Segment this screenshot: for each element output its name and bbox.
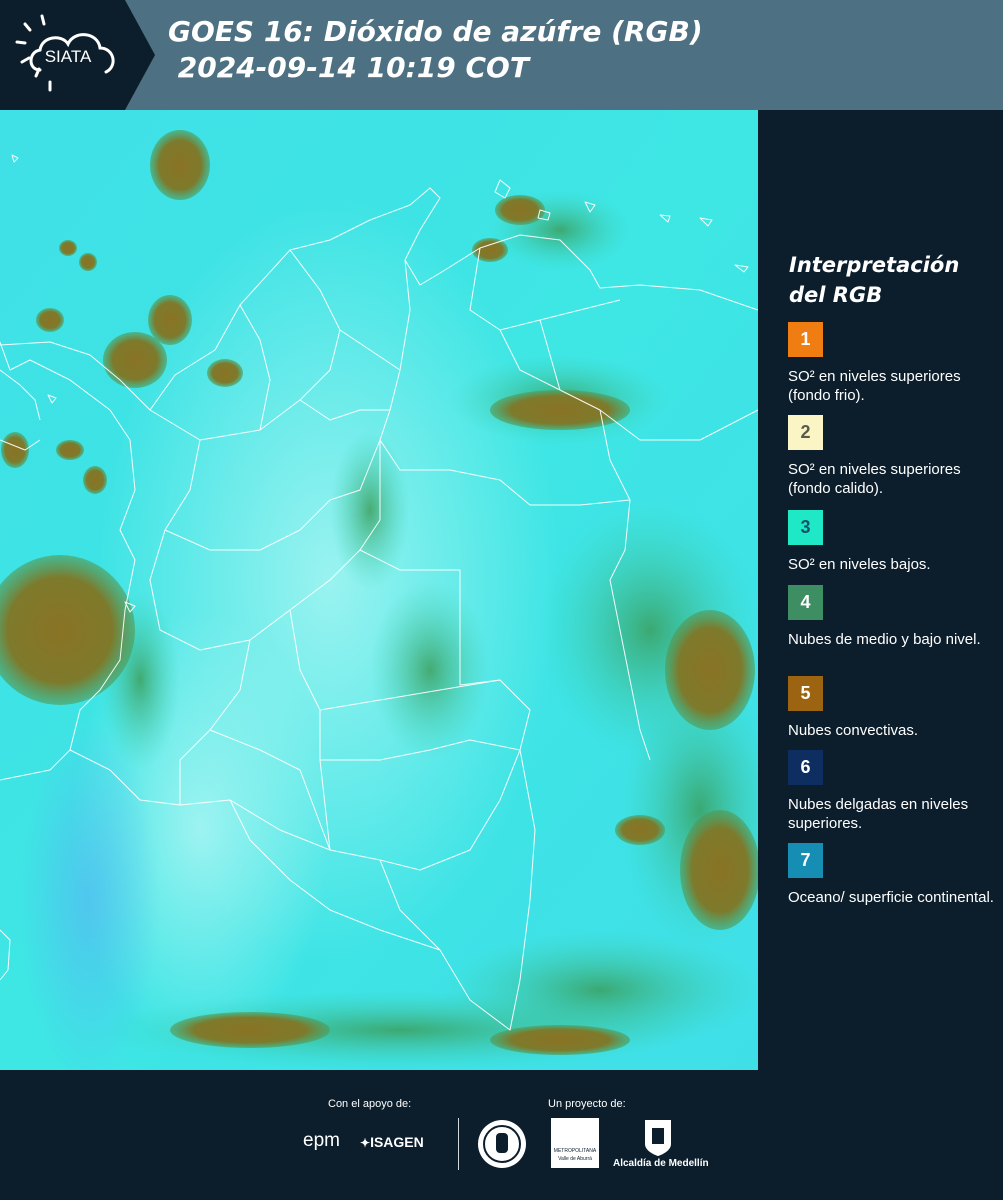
- isagen-text: ISAGEN: [370, 1134, 424, 1150]
- legend-number: 3: [800, 517, 811, 537]
- legend-text: Nubes de medio y bajo nivel.: [788, 631, 981, 648]
- legend-item: 3 SO² en niveles bajos.: [788, 510, 998, 574]
- legend-text: SO² en niveles superiores (fondo frio).: [788, 368, 961, 404]
- area-metro-text: METROPOLITANA: [553, 1148, 597, 1154]
- area-metropolitana-logo: METROPOLITANA Valle de Aburrá: [551, 1118, 599, 1168]
- legend-number: 4: [800, 592, 811, 612]
- alcaldia-shield-icon: [645, 1120, 671, 1156]
- legend-swatch: 2: [788, 415, 823, 450]
- legend-item: 6 Nubes delgadas en niveles superiores.: [788, 750, 998, 833]
- legend-text: SO² en niveles superiores (fondo calido)…: [788, 461, 961, 497]
- legend-swatch: 7: [788, 843, 823, 878]
- isagen-logo: ✦ISAGEN: [360, 1134, 424, 1150]
- support-label: Con el apoyo de:: [328, 1098, 412, 1110]
- legend-title: Interpretación del RGB: [789, 253, 960, 307]
- legend-text: SO² en niveles bajos.: [788, 556, 931, 573]
- university-seal-icon: [478, 1120, 526, 1168]
- legend-item: 1 SO² en niveles superiores (fondo frio)…: [788, 322, 998, 405]
- legend-number: 6: [800, 757, 811, 777]
- legend-item: 7 Oceano/ superficie continental.: [788, 843, 998, 907]
- page-title: GOES 16: Dióxido de azúfre (RGB) 2024-09…: [168, 15, 703, 84]
- legend-number: 1: [800, 329, 811, 349]
- legend-text: Nubes convectivas.: [788, 722, 919, 739]
- area-sub-text: Valle de Aburrá: [558, 1156, 592, 1162]
- project-label: Un proyecto de:: [548, 1098, 626, 1110]
- legend-number: 7: [800, 850, 811, 870]
- legend-item: 2 SO² en niveles superiores (fondo calid…: [788, 415, 998, 498]
- footer-divider: [458, 1118, 459, 1170]
- legend-text: Nubes delgadas en niveles superiores.: [788, 796, 969, 832]
- legend-item: 4 Nubes de medio y bajo nivel.: [788, 585, 998, 649]
- legend-swatch: 4: [788, 585, 823, 620]
- header-bar: SIATA GOES 16: Dióxido de azúfre (RGB) 2…: [0, 0, 1003, 110]
- legend-item: 5 Nubes convectivas.: [788, 676, 998, 740]
- legend-panel: Interpretación del RGB 1 SO² en niveles …: [758, 110, 1003, 1070]
- legend-swatch: 6: [788, 750, 823, 785]
- legend-number: 2: [800, 422, 811, 442]
- legend-text: Oceano/ superficie continental.: [788, 889, 994, 906]
- satellite-map: [0, 110, 758, 1070]
- siata-logo: SIATA: [0, 0, 155, 110]
- footer-bar: Con el apoyo de: Un proyecto de: epm ✦IS…: [0, 1070, 1003, 1200]
- legend-swatch: 1: [788, 322, 823, 357]
- legend-swatch: 5: [788, 676, 823, 711]
- alcaldia-label: Alcaldía de Medellín: [613, 1158, 709, 1169]
- isagen-mark-icon: ✦: [360, 1136, 371, 1150]
- legend-number: 5: [800, 683, 811, 703]
- svg-text:SIATA: SIATA: [45, 47, 92, 66]
- epm-logo: epm: [303, 1130, 340, 1151]
- legend-swatch: 3: [788, 510, 823, 545]
